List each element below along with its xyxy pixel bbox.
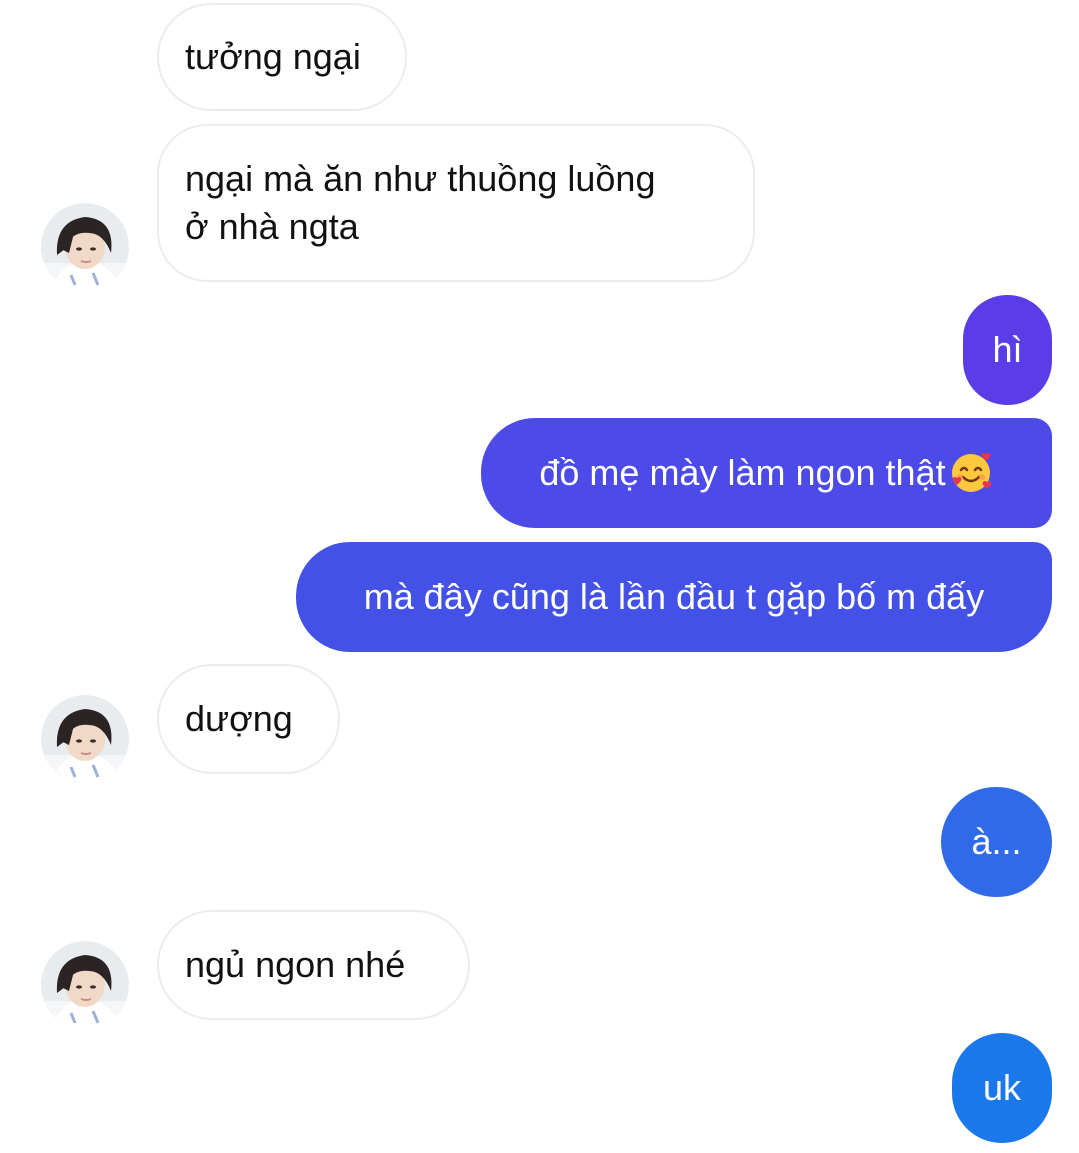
message-text: mà đây cũng là lần đầu t gặp bố m đấy	[363, 576, 985, 617]
avatar-photo-icon	[41, 203, 129, 291]
message-text: đồ mẹ mày làm ngon thật	[539, 452, 946, 493]
contact-avatar[interactable]	[41, 695, 129, 783]
message-text: à...	[971, 821, 1022, 862]
message-text: ngủ ngon nhé	[185, 944, 406, 985]
received-message[interactable]: tưởng ngại	[157, 3, 407, 111]
message-text: uk	[982, 1067, 1022, 1108]
message-text: hì	[992, 329, 1023, 370]
message-text: dượng	[185, 698, 293, 739]
contact-avatar[interactable]	[41, 941, 129, 1029]
sent-message[interactable]: à...	[941, 787, 1052, 897]
avatar-photo-icon	[41, 695, 129, 783]
sent-message[interactable]: hì	[963, 295, 1052, 405]
received-message[interactable]: dượng	[157, 664, 340, 774]
contact-avatar[interactable]	[41, 203, 129, 291]
received-message[interactable]: ngủ ngon nhé	[157, 910, 470, 1020]
message-text-line: ngại mà ăn như thuồng luồng	[185, 158, 656, 199]
received-message[interactable]: ngại mà ăn như thuồng luồng ở nhà ngta	[157, 124, 755, 282]
sent-message[interactable]: đồ mẹ mày làm ngon thật	[481, 418, 1052, 528]
sent-message[interactable]: mà đây cũng là lần đầu t gặp bố m đấy	[296, 542, 1052, 652]
avatar-photo-icon	[41, 941, 129, 1029]
smiling-face-with-hearts-icon	[951, 452, 991, 492]
message-text-line: ở nhà ngta	[185, 206, 359, 247]
message-text: tưởng ngại	[185, 36, 361, 77]
sent-message[interactable]: uk	[952, 1033, 1052, 1143]
